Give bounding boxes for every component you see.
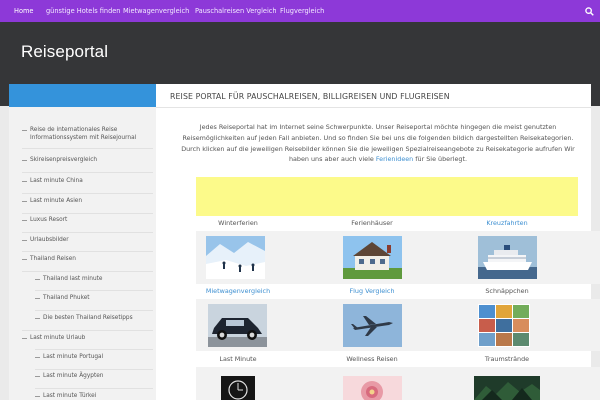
sidebar-divider: [22, 271, 153, 272]
category-label-ferienhaeuser: Ferienhäuser: [351, 219, 393, 227]
sidebar-item-urlaubsbilder[interactable]: Urlaubsbilder: [22, 236, 147, 244]
nav-hotels[interactable]: günstige Hotels finden: [46, 0, 121, 22]
site-title[interactable]: Reiseportal: [21, 42, 108, 62]
category-link-mietwagenvergleich[interactable]: Mietwagenvergleich: [170, 287, 306, 296]
advertisement-banner[interactable]: [196, 177, 578, 216]
sidebar-item-tuerkei[interactable]: Last minute Türkei: [35, 392, 147, 400]
category-label-winterferien: Winterferien: [218, 219, 258, 227]
winter-skiing-photo[interactable]: [206, 236, 265, 279]
sidebar-item-reise-de[interactable]: Reise de internationales Reise Informati…: [22, 126, 137, 142]
category-label-last-minute: Last Minute: [219, 355, 257, 363]
search-icon: [584, 6, 594, 16]
nav-pauschalreisen[interactable]: Pauschalreisen Vergleich: [195, 0, 277, 22]
category-label-wellness-reisen: Wellness Reisen: [346, 355, 398, 363]
sidebar: Reise de internationales Reise Informati…: [9, 84, 156, 400]
nav-mietwagenvergleich[interactable]: Mietwagenvergleich: [123, 0, 189, 22]
ferienideen-link[interactable]: Ferienideen: [376, 155, 413, 163]
sidebar-item-thailand-phuket[interactable]: Thailand Phuket: [35, 294, 147, 302]
page-title: Reise Portal für Pauschalreisen, Billigr…: [170, 92, 450, 101]
intro-tail: für Sie überlegt.: [415, 155, 468, 164]
vintage-car-photo[interactable]: [208, 304, 267, 347]
sidebar-divider: [22, 251, 153, 252]
nav-flugvergleich[interactable]: Flugvergleich: [280, 0, 324, 22]
sidebar-header-bar: [9, 84, 156, 107]
wellness-flower-photo[interactable]: [343, 376, 402, 400]
sidebar-divider: [35, 310, 153, 311]
category-link-kreuzfahrten[interactable]: Kreuzfahrten: [439, 219, 575, 228]
nav-home[interactable]: Home: [14, 0, 33, 22]
category-label-schnaeppchen: Schnäppchen: [485, 287, 529, 295]
sidebar-divider: [22, 172, 153, 173]
sidebar-item-luxus-resort[interactable]: Luxus Resort: [22, 216, 147, 224]
sidebar-item-thailand-reisen[interactable]: Thailand Reisen: [22, 255, 147, 263]
sidebar-item-portugal[interactable]: Last minute Portugal: [35, 353, 147, 361]
intro-paragraph: Jedes Reiseportal hat im Internet seine …: [180, 122, 576, 165]
category-label-traumstraende: Traumstrände: [484, 355, 530, 363]
sidebar-divider: [35, 369, 153, 370]
sidebar-divider: [35, 349, 153, 350]
main-content: Reise Portal für Pauschalreisen, Billigr…: [156, 84, 600, 400]
sidebar-item-thailand-last-minute[interactable]: Thailand last minute: [35, 275, 147, 283]
sidebar-divider: [22, 213, 153, 214]
sidebar-item-thailand-reisetipps[interactable]: Die besten Thailand Reisetipps: [35, 314, 147, 322]
airplane-photo[interactable]: [343, 304, 402, 347]
cruise-ship-photo[interactable]: [478, 236, 537, 279]
sidebar-item-asien[interactable]: Last minute Asien: [22, 197, 147, 205]
sidebar-divider: [22, 148, 153, 149]
sidebar-divider: [22, 232, 153, 233]
category-link-flug-vergleich[interactable]: Flug Vergleich: [304, 287, 440, 296]
sidebar-item-skireisen[interactable]: Skireisenpreisvergleich: [22, 156, 147, 164]
last-minute-photo[interactable]: [221, 376, 255, 400]
top-navigation: Home günstige Hotels finden Mietwagenver…: [0, 0, 600, 22]
bargain-collage-photo[interactable]: [478, 304, 530, 347]
dream-beach-photo[interactable]: [474, 376, 540, 400]
sidebar-item-china[interactable]: Last minute China: [22, 177, 147, 185]
sidebar-divider: [35, 388, 153, 389]
sidebar-item-aegypten[interactable]: Last minute Ägypten: [35, 372, 147, 380]
sidebar-divider: [22, 193, 153, 194]
sidebar-divider: [35, 290, 153, 291]
title-divider: [156, 107, 591, 108]
holiday-house-photo[interactable]: [343, 236, 402, 279]
sidebar-item-last-minute-urlaub[interactable]: Last minute Urlaub: [22, 334, 147, 342]
sidebar-divider: [22, 330, 153, 331]
search-button[interactable]: [578, 0, 600, 22]
